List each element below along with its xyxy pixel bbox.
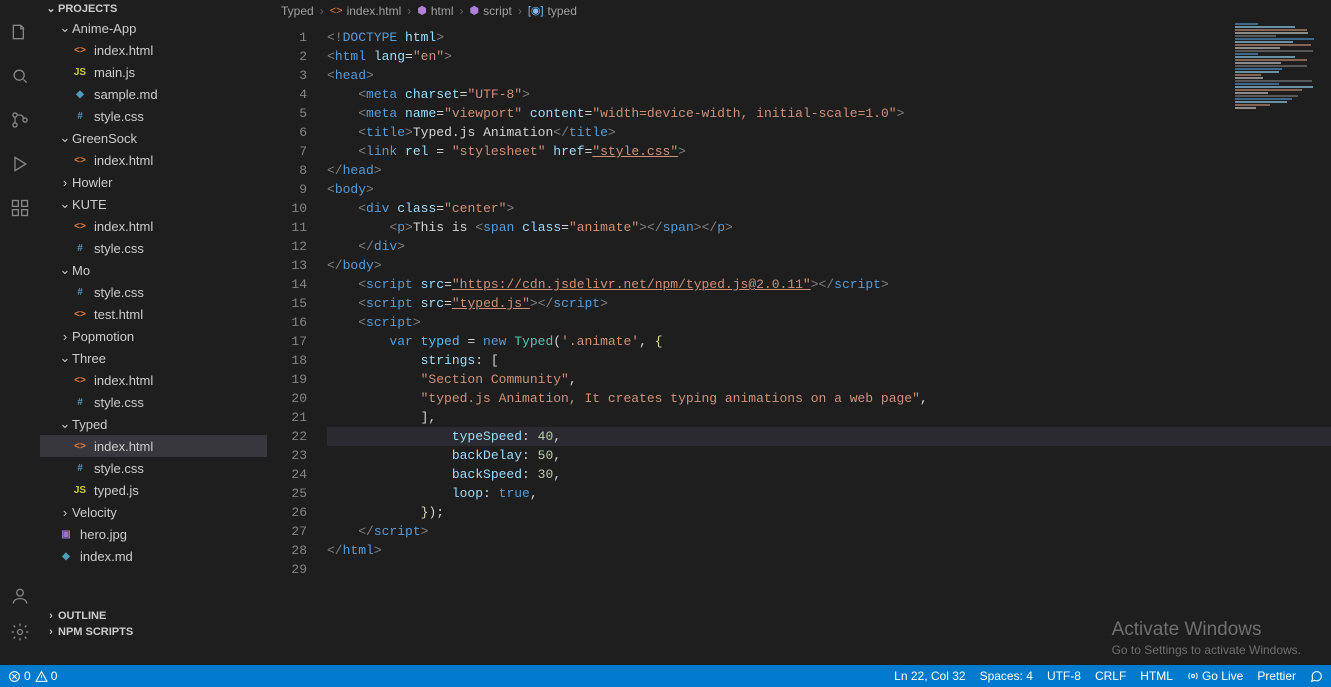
breadcrumbs[interactable]: Typed›<>index.html›⬢html›⬢script›[◉]type… — [267, 0, 1331, 22]
npm-scripts-panel-header[interactable]: ›NPM SCRIPTS — [40, 624, 267, 640]
feedback-icon[interactable] — [1310, 670, 1323, 683]
file-index-html[interactable]: <>index.html — [40, 149, 267, 171]
folder-greensock[interactable]: ⌄ GreenSock — [40, 127, 267, 149]
file-style-css[interactable]: #style.css — [40, 237, 267, 259]
outline-panel-header[interactable]: ›OUTLINE — [40, 608, 267, 624]
file-typed-js[interactable]: JStyped.js — [40, 479, 267, 501]
eol[interactable]: CRLF — [1095, 669, 1126, 683]
go-live-button[interactable]: Go Live — [1187, 669, 1243, 683]
file-style-css[interactable]: #style.css — [40, 391, 267, 413]
account-icon[interactable] — [6, 582, 34, 610]
run-debug-icon[interactable] — [6, 150, 34, 178]
breadcrumb-item[interactable]: [◉]typed — [528, 4, 577, 18]
errors-indicator[interactable]: 0 — [8, 669, 31, 683]
folder-popmotion[interactable]: › Popmotion — [40, 325, 267, 347]
file-index-html[interactable]: <>index.html — [40, 215, 267, 237]
file-sample-md[interactable]: ◆sample.md — [40, 83, 267, 105]
outline-label: OUTLINE — [58, 610, 106, 622]
status-bar: 0 0 Ln 22, Col 32 Spaces: 4 UTF-8 CRLF H… — [0, 665, 1331, 687]
minimap[interactable] — [1231, 22, 1331, 222]
file-style-css[interactable]: #style.css — [40, 105, 267, 127]
folder-three[interactable]: ⌄ Three — [40, 347, 267, 369]
npm-scripts-label: NPM SCRIPTS — [58, 626, 133, 638]
folder-mo[interactable]: ⌄ Mo — [40, 259, 267, 281]
activity-bar — [0, 0, 40, 662]
encoding[interactable]: UTF-8 — [1047, 669, 1081, 683]
chevron-right-icon: › — [44, 610, 58, 622]
file-index-html[interactable]: <>index.html — [40, 39, 267, 61]
projects-label: PROJECTS — [58, 3, 117, 15]
extensions-icon[interactable] — [6, 194, 34, 222]
file-main-js[interactable]: JSmain.js — [40, 61, 267, 83]
file-style-css[interactable]: #style.css — [40, 457, 267, 479]
activate-windows-overlay: Activate Windows Go to Settings to activ… — [1112, 619, 1301, 657]
editor-area: Typed›<>index.html›⬢html›⬢script›[◉]type… — [267, 0, 1331, 662]
projects-panel-header[interactable]: ⌄ PROJECTS — [40, 0, 267, 17]
chevron-right-icon: › — [44, 626, 58, 638]
code-view[interactable]: <!DOCTYPE html><html lang="en"><head> <m… — [327, 22, 1331, 662]
folder-anime-app[interactable]: ⌄ Anime-App — [40, 17, 267, 39]
file-hero-jpg[interactable]: ▣hero.jpg — [40, 523, 267, 545]
breadcrumb-item[interactable]: <>index.html — [330, 4, 402, 18]
folder-kute[interactable]: ⌄ KUTE — [40, 193, 267, 215]
warnings-indicator[interactable]: 0 — [35, 669, 58, 683]
source-control-icon[interactable] — [6, 106, 34, 134]
breadcrumb-item[interactable]: ⬢html — [417, 4, 453, 18]
explorer-sidebar: ⌄ PROJECTS ⌄ Anime-App<>index.htmlJSmain… — [40, 0, 267, 662]
breadcrumb-item[interactable]: Typed — [281, 4, 314, 18]
settings-gear-icon[interactable] — [6, 618, 34, 646]
chevron-down-icon: ⌄ — [44, 2, 58, 15]
file-test-html[interactable]: <>test.html — [40, 303, 267, 325]
breadcrumb-item[interactable]: ⬢script — [470, 4, 512, 18]
language-mode[interactable]: HTML — [1140, 669, 1173, 683]
file-tree: ⌄ Anime-App<>index.htmlJSmain.js◆sample.… — [40, 17, 267, 567]
indentation[interactable]: Spaces: 4 — [980, 669, 1033, 683]
folder-velocity[interactable]: › Velocity — [40, 501, 267, 523]
file-style-css[interactable]: #style.css — [40, 281, 267, 303]
cursor-position[interactable]: Ln 22, Col 32 — [894, 669, 965, 683]
search-icon[interactable] — [6, 62, 34, 90]
activate-subtitle: Go to Settings to activate Windows. — [1112, 643, 1301, 657]
file-index-md[interactable]: ◆index.md — [40, 545, 267, 567]
file-index-html[interactable]: <>index.html — [40, 369, 267, 391]
file-index-html[interactable]: <>index.html — [40, 435, 267, 457]
activate-title: Activate Windows — [1112, 619, 1301, 641]
files-icon[interactable] — [6, 18, 34, 46]
prettier-button[interactable]: Prettier — [1257, 669, 1296, 683]
folder-howler[interactable]: › Howler — [40, 171, 267, 193]
editor-body[interactable]: 1234567891011121314151617181920212223242… — [267, 22, 1331, 662]
folder-typed[interactable]: ⌄ Typed — [40, 413, 267, 435]
gutter: 1234567891011121314151617181920212223242… — [267, 22, 327, 662]
